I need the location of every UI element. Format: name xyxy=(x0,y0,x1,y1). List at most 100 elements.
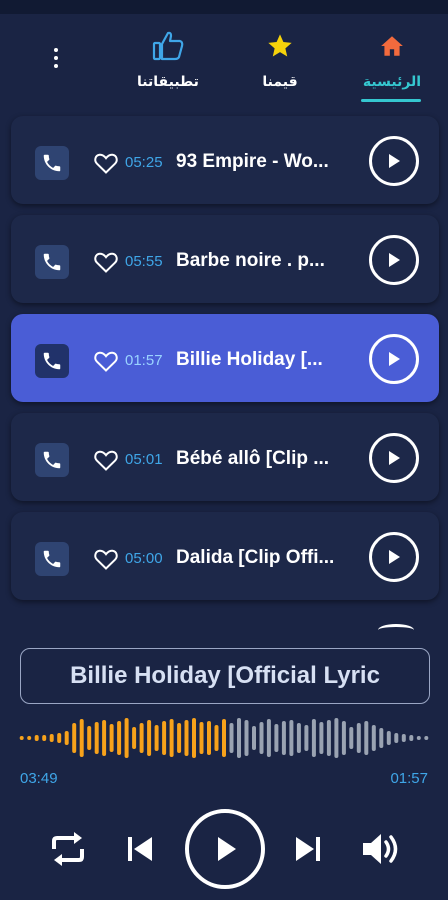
next-button[interactable] xyxy=(290,831,326,867)
waveform-bar xyxy=(199,722,204,754)
play-icon xyxy=(389,352,400,366)
now-playing-title-box: Billie Holiday [Official Lyric xyxy=(20,648,430,704)
tab-home[interactable]: الرئيسية xyxy=(347,24,437,104)
track-play-button[interactable] xyxy=(369,136,419,186)
tab-label: تطبيقاتنا xyxy=(137,73,199,89)
play-icon xyxy=(218,837,236,861)
waveform-bar xyxy=(57,733,62,743)
phone-icon xyxy=(43,154,61,172)
waveform-bar xyxy=(364,721,369,755)
phone-icon xyxy=(43,451,61,469)
waveform-bar xyxy=(177,723,182,753)
waveform-bar xyxy=(394,733,399,743)
waveform-bar xyxy=(79,719,84,757)
track-title: Bébé allô [Clip ... xyxy=(176,448,330,469)
track-play-button[interactable] xyxy=(369,334,419,384)
star-icon xyxy=(262,28,298,64)
favorite-heart-icon[interactable] xyxy=(93,250,119,274)
set-ringtone-button[interactable] xyxy=(35,344,69,378)
track-duration: 05:01 xyxy=(125,451,163,468)
previous-button[interactable] xyxy=(122,831,158,867)
waveform-bar xyxy=(252,726,256,750)
track-item[interactable]: 01:57 Billie Holiday [... xyxy=(11,314,439,402)
track-title: 93 Empire - Wo... xyxy=(176,151,329,172)
waveform-bar xyxy=(94,722,99,754)
waveform-bar xyxy=(49,734,54,742)
waveform-bar xyxy=(244,720,249,756)
waveform-bar xyxy=(319,722,324,754)
waveform-bar xyxy=(184,720,189,756)
waveform-bar xyxy=(311,719,316,757)
track-item[interactable]: 05:55 Barbe noire . p... xyxy=(11,215,439,303)
more-vertical-icon-dot xyxy=(54,56,58,60)
active-tab-indicator xyxy=(361,99,421,102)
play-icon xyxy=(389,154,400,168)
set-ringtone-button[interactable] xyxy=(35,146,69,180)
waveform-seekbar[interactable] xyxy=(18,712,430,764)
waveform-bar xyxy=(409,735,414,741)
waveform-bar xyxy=(192,718,196,758)
track-play-button[interactable] xyxy=(369,235,419,285)
phone-icon xyxy=(43,550,61,568)
tab-label: قيمنا xyxy=(262,73,298,89)
set-ringtone-button[interactable] xyxy=(35,542,69,576)
track-play-button[interactable] xyxy=(369,433,419,483)
play-icon xyxy=(389,550,400,564)
waveform-bar xyxy=(154,725,159,751)
waveform-bar xyxy=(64,731,69,745)
player-panel: Billie Holiday [Official Lyric 03:49 01:… xyxy=(0,634,448,900)
elapsed-time: 03:49 xyxy=(20,770,58,787)
now-playing-title: Billie Holiday [Official Lyric xyxy=(70,662,380,689)
phone-icon xyxy=(43,253,61,271)
waveform-bar xyxy=(147,720,152,756)
repeat-icon xyxy=(52,832,84,866)
waveform-bar xyxy=(72,723,77,753)
waveform-bar xyxy=(19,736,24,740)
playback-controls xyxy=(0,809,448,893)
waveform-bar xyxy=(281,721,286,755)
top-navigation: تطبيقاتنا قيمنا الرئيسية xyxy=(0,14,448,106)
waveform-bar xyxy=(207,721,211,755)
set-ringtone-button[interactable] xyxy=(35,245,69,279)
waveform-bar xyxy=(117,721,122,755)
waveform-bar xyxy=(379,728,384,748)
waveform-bar xyxy=(169,719,174,757)
favorite-heart-icon[interactable] xyxy=(93,151,119,175)
favorite-heart-icon[interactable] xyxy=(93,349,119,373)
track-title: Dalida [Clip Offi... xyxy=(176,547,335,568)
favorite-heart-icon[interactable] xyxy=(93,448,119,472)
track-item[interactable]: 05:01 Bébé allô [Clip ... xyxy=(11,413,439,501)
track-play-button[interactable] xyxy=(369,532,419,582)
waveform-bar xyxy=(416,736,421,740)
skip-previous-icon xyxy=(128,837,152,861)
waveform-bar xyxy=(289,720,294,756)
waveform-bar xyxy=(356,723,361,753)
more-vertical-icon-dot xyxy=(54,48,58,52)
waveform-bar xyxy=(371,725,376,751)
waveform-bar xyxy=(124,718,129,758)
repeat-button[interactable] xyxy=(46,829,90,869)
waveform-bar xyxy=(237,718,241,758)
waveform-bar xyxy=(424,736,429,740)
track-list[interactable]: 05:25 93 Empire - Wo... 05:55 Barbe noire .… xyxy=(0,106,448,634)
track-item[interactable]: 05:00 Dalida [Clip Offi... xyxy=(11,512,439,600)
total-time: 01:57 xyxy=(390,770,428,787)
waveform-bar xyxy=(401,734,406,742)
waveform-bar xyxy=(102,720,107,756)
waveform-bar xyxy=(229,723,234,753)
skip-next-icon xyxy=(296,837,320,861)
tab-our-apps[interactable]: تطبيقاتنا xyxy=(123,24,213,104)
waveform-bar xyxy=(214,725,219,751)
waveform-bar xyxy=(304,725,309,751)
waveform-bar xyxy=(109,724,114,752)
volume-button[interactable] xyxy=(358,829,404,869)
waveform-bar xyxy=(334,718,339,758)
play-pause-button[interactable] xyxy=(185,809,265,889)
track-duration: 05:00 xyxy=(125,550,163,567)
tab-label: الرئيسية xyxy=(362,73,422,89)
tab-rate-us[interactable]: قيمنا xyxy=(235,24,325,104)
favorite-heart-icon[interactable] xyxy=(93,547,119,571)
set-ringtone-button[interactable] xyxy=(35,443,69,477)
more-options-button[interactable] xyxy=(44,44,68,72)
track-item[interactable]: 05:25 93 Empire - Wo... xyxy=(11,116,439,204)
